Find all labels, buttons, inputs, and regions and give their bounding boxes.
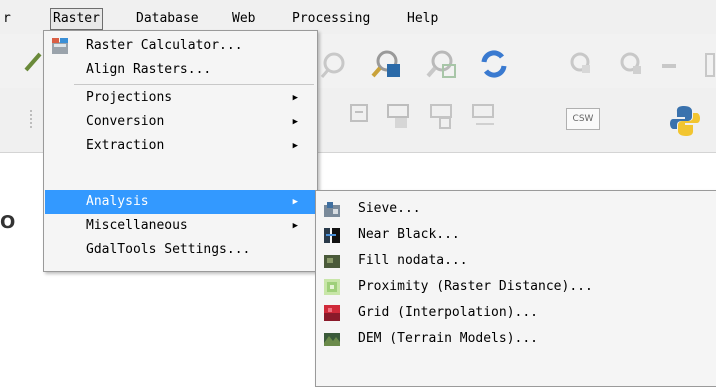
menu-item-projections[interactable]: Projections ▶ (45, 86, 316, 110)
menu-bar: r Raster Database Web Processing Help (0, 0, 716, 34)
toolbar-edge-icon (705, 53, 715, 77)
grid-icon (324, 305, 340, 321)
menu-database[interactable]: Database (134, 9, 201, 29)
analysis-submenu: Sieve... Near Black... Fill nodata... Pr… (315, 190, 716, 387)
dem-icon (324, 333, 340, 346)
menu-item-miscellaneous[interactable]: Miscellaneous ▶ (45, 214, 316, 238)
submenu-item-fill-nodata[interactable]: Fill nodata... (317, 248, 716, 274)
raster-calculator-icon (52, 38, 68, 54)
menu-processing[interactable]: Processing (290, 9, 372, 29)
wps-icon[interactable] (470, 102, 500, 132)
submenu-item-dem[interactable]: DEM (Terrain Models)... (317, 326, 716, 352)
panel-title: O (0, 212, 16, 233)
zoom-selection-icon[interactable] (425, 48, 459, 82)
submenu-arrow-icon: ▶ (292, 221, 298, 231)
submenu-arrow-icon: ▶ (292, 117, 298, 127)
fill-nodata-icon (324, 255, 340, 268)
wfs-icon[interactable] (385, 102, 415, 132)
wcs-icon[interactable] (428, 102, 458, 132)
submenu-arrow-icon: ▶ (292, 197, 298, 207)
menu-raster[interactable]: Raster (50, 8, 103, 30)
menu-help[interactable]: Help (405, 9, 440, 29)
menu-item-align-rasters[interactable]: Align Rasters... (45, 58, 316, 82)
toolbar-grip[interactable] (30, 110, 38, 128)
menu-r[interactable]: r (1, 9, 13, 29)
menu-item-raster-calculator[interactable]: Raster Calculator... (45, 34, 316, 58)
measure-icon[interactable] (618, 50, 648, 80)
menu-item-gdaltools-settings[interactable]: GdalTools Settings... (45, 238, 316, 262)
menu-web[interactable]: Web (230, 9, 257, 29)
menu-separator (74, 84, 314, 85)
menu-item-conversion[interactable]: Conversion ▶ (45, 110, 316, 134)
python-icon[interactable] (668, 104, 702, 138)
submenu-item-near-black[interactable]: Near Black... (317, 222, 716, 248)
proximity-icon (324, 279, 340, 295)
submenu-arrow-icon: ▶ (292, 141, 298, 151)
submenu-item-sieve[interactable]: Sieve... (317, 196, 716, 222)
submenu-arrow-icon: ▶ (292, 93, 298, 103)
csw-icon[interactable]: CSW (566, 108, 600, 130)
stats-icon[interactable] (660, 56, 680, 76)
zoom-icon[interactable] (320, 50, 350, 80)
pencil-icon[interactable] (22, 50, 44, 74)
refresh-icon[interactable] (478, 48, 510, 80)
wms-icon[interactable] (348, 102, 372, 132)
menu-item-analysis[interactable]: Analysis ▶ (45, 190, 316, 214)
menu-item-extraction[interactable]: Extraction ▶ (45, 134, 316, 158)
sieve-icon (324, 202, 340, 217)
submenu-item-grid-interpolation[interactable]: Grid (Interpolation)... (317, 300, 716, 326)
zoom-layer-icon[interactable] (370, 48, 404, 82)
near-black-icon (324, 228, 340, 243)
identify-icon[interactable] (568, 50, 598, 80)
submenu-item-proximity[interactable]: Proximity (Raster Distance)... (317, 274, 716, 300)
raster-menu: Raster Calculator... Align Rasters... Pr… (43, 30, 318, 272)
